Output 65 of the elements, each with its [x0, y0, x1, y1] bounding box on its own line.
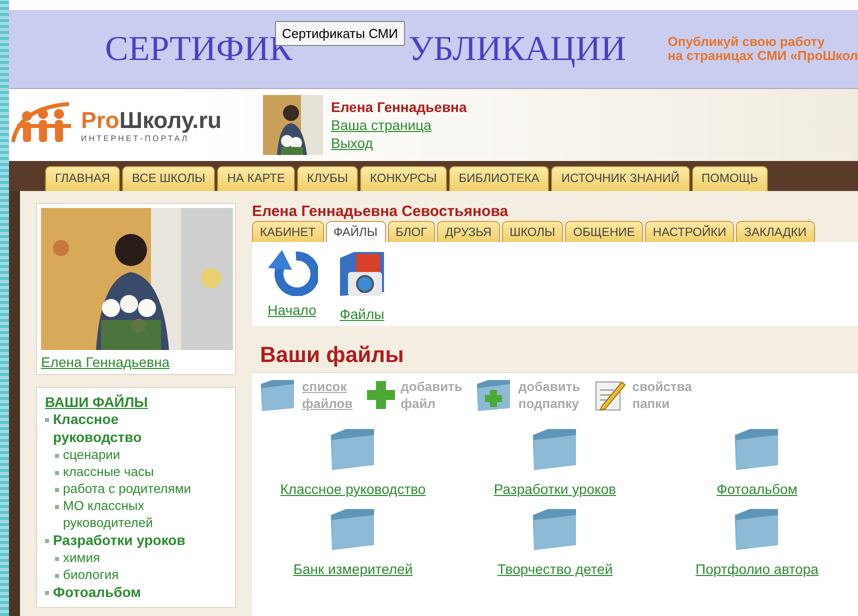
- tree-item[interactable]: МО классных руководителей: [63, 497, 213, 531]
- bullet-icon: [55, 471, 59, 475]
- profile-tab[interactable]: ОБЩЕНИЕ: [565, 221, 643, 242]
- nav-tab[interactable]: ГЛАВНАЯ: [45, 166, 120, 191]
- promo-text: Опубликуй свою работу: [668, 35, 826, 49]
- folder-link[interactable]: Банк измерителей: [293, 561, 413, 577]
- folder-link[interactable]: Разработки уроков: [494, 481, 616, 497]
- bullet-icon: [55, 505, 59, 509]
- user-name: Елена Геннадьевна: [331, 98, 467, 116]
- folder-link[interactable]: Классное руководство: [280, 481, 426, 497]
- folder-icon[interactable]: [532, 507, 578, 551]
- user-link[interactable]: Ваша страница: [331, 116, 467, 134]
- bullet-icon: [55, 574, 59, 578]
- folder-link[interactable]: Творчество детей: [497, 561, 613, 577]
- bullet-icon: [45, 591, 49, 595]
- folder-plus-icon[interactable]: [476, 378, 512, 412]
- bullet-icon: [55, 488, 59, 492]
- nav-tab[interactable]: НА КАРТЕ: [217, 166, 296, 191]
- nav-tab[interactable]: ПОМОЩЬ: [692, 166, 768, 191]
- sidebar-heading[interactable]: ВАШИ ФАЙЛЫ: [45, 394, 227, 410]
- refresh-icon[interactable]: [266, 248, 318, 296]
- nav-tab[interactable]: БИБЛИОТЕКА: [448, 166, 550, 191]
- nav-tab[interactable]: ВСЕ ШКОЛЫ: [122, 166, 216, 191]
- profile-tab[interactable]: ДРУЗЬЯ: [437, 221, 500, 242]
- banner-title: УБЛИКАЦИИ: [408, 29, 626, 69]
- tree-item[interactable]: биология: [63, 566, 119, 583]
- quick-link[interactable]: Начало: [268, 302, 316, 318]
- logo-text: ProШколу.ru: [81, 107, 222, 134]
- section-heading: Ваши файлы: [260, 342, 405, 368]
- nav-tab[interactable]: КОНКУРСЫ: [360, 166, 447, 191]
- bullet-icon: [55, 454, 59, 458]
- tree-item[interactable]: химия: [63, 549, 100, 566]
- bullet-icon: [55, 557, 59, 561]
- quick-link[interactable]: Файлы: [340, 306, 384, 322]
- user-link[interactable]: Выход: [331, 134, 467, 152]
- profile-tab[interactable]: БЛОГ: [388, 221, 436, 242]
- tree-item[interactable]: работа с родителями: [63, 480, 192, 497]
- profile-tab[interactable]: НАСТРОЙКИ: [644, 221, 734, 242]
- bullet-icon: [45, 539, 49, 543]
- tree-item[interactable]: Фотоальбом: [53, 583, 142, 601]
- profile-name: Елена Геннадьевна Севостьянова: [252, 203, 510, 220]
- profile-tab[interactable]: ШКОЛЫ: [502, 221, 564, 242]
- folder-icon[interactable]: [330, 507, 376, 551]
- nav-tab[interactable]: ИСТОЧНИК ЗНАНИЙ: [551, 166, 690, 191]
- folder-icon[interactable]: [532, 427, 578, 471]
- profile-tab[interactable]: ФАЙЛЫ: [326, 221, 386, 242]
- tree-item[interactable]: классные часы: [63, 463, 154, 480]
- folder-link[interactable]: Портфолио автора: [696, 561, 818, 577]
- folder-icon[interactable]: [734, 427, 780, 471]
- folder-icon[interactable]: [260, 378, 296, 412]
- tree-item[interactable]: Классное руководство: [53, 410, 203, 446]
- tree-item[interactable]: Разработки уроков: [53, 531, 186, 549]
- profile-tab[interactable]: ЗАКЛАДКИ: [736, 221, 814, 242]
- profile-name-link[interactable]: Елена Геннадьевна: [41, 354, 231, 370]
- folder-link[interactable]: Фотоальбом: [716, 481, 798, 497]
- profile-tab[interactable]: КАБИНЕТ: [252, 221, 324, 242]
- tree-item[interactable]: сценарии: [63, 446, 120, 463]
- folder-icon[interactable]: [330, 427, 376, 471]
- toolbar-link[interactable]: список файлов: [302, 378, 353, 412]
- plus-icon[interactable]: [366, 381, 395, 409]
- bullet-icon: [45, 418, 49, 422]
- folder-icon[interactable]: [734, 507, 780, 551]
- nav-tab[interactable]: КЛУБЫ: [297, 166, 358, 191]
- logo-tagline: ИНТЕРНЕТ-ПОРТАЛ: [81, 134, 190, 143]
- promo-text: на страницах СМИ «ПроШкол: [668, 49, 858, 63]
